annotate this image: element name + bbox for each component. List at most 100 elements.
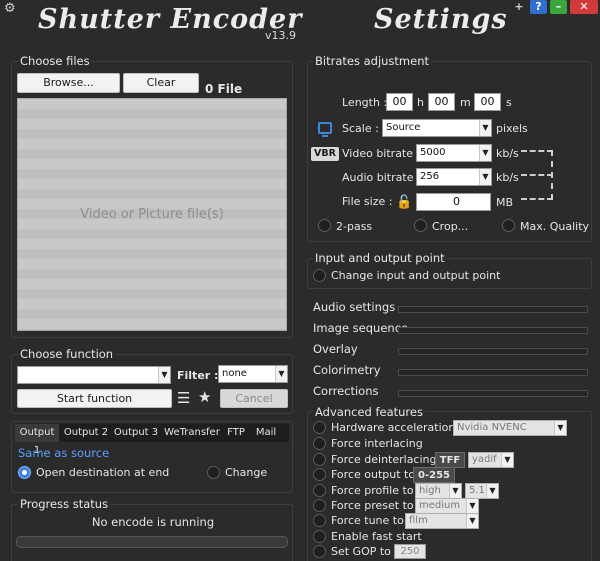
length-hours-field[interactable]: 00 [386,93,413,111]
progress-status: No encode is running [91,515,215,529]
deinterlace-select[interactable]: yadif ▼ [468,452,514,468]
tab-mail[interactable]: Mail [252,424,280,442]
preset-select[interactable]: medium ▼ [415,498,479,514]
two-pass-label: 2-pass [336,220,373,233]
length-seconds-field[interactable]: 00 [474,93,501,111]
open-destination-radio[interactable] [18,466,31,479]
advanced-title: Advanced features [313,405,425,419]
gop-field[interactable]: 250 [394,544,426,559]
clear-button[interactable]: Clear [123,73,199,93]
monitor-icon[interactable] [318,122,332,137]
tab-output-3[interactable]: Output 3 [113,424,159,442]
hw-accel-radio[interactable] [313,421,326,434]
gop-radio[interactable] [313,545,326,558]
minimize-button[interactable]: – [550,0,567,14]
section-audio-settings[interactable]: Audio settings [313,300,395,314]
force-deinterlacing-radio[interactable] [313,453,326,466]
force-tune-label: Force tune to : [331,514,412,527]
scale-label: Scale : [342,122,379,135]
vbr-toggle[interactable]: VBR [311,147,339,161]
list-icon[interactable]: ☰ [177,389,190,407]
section-divider [398,369,588,376]
output-range-tag[interactable]: 0-255 [413,467,455,483]
gear-icon[interactable]: ⚙ [4,2,18,16]
force-preset-radio[interactable] [313,499,326,512]
browse-button[interactable]: Browse... [17,73,120,93]
section-divider [398,327,588,334]
force-profile-radio[interactable] [313,484,326,497]
fast-start-radio[interactable] [313,530,326,543]
chevron-down-icon: ▼ [501,453,513,467]
file-drop-zone[interactable]: Video or Picture file(s) [17,98,287,331]
level-value: 5.1 [469,485,485,496]
force-interlacing-label: Force interlacing [331,437,423,450]
filter-select-value: none [222,368,247,379]
progress-panel [11,504,293,561]
file-size-label: File size : [342,195,393,208]
add-window-button[interactable]: + [512,0,526,14]
inout-radio[interactable] [313,269,326,282]
tab-output-2[interactable]: Output 2 [63,424,109,442]
minutes-unit: m [460,96,471,109]
max-quality-radio[interactable] [502,219,515,232]
length-minutes-field[interactable]: 00 [428,93,455,111]
inout-title: Input and output point [313,251,447,265]
hw-accel-select[interactable]: Nvidia NVENC ▼ [453,420,567,436]
force-profile-label: Force profile to : [331,484,421,497]
force-tune-radio[interactable] [313,514,326,527]
file-size-field[interactable]: 0 [416,193,491,211]
fast-start-label: Enable fast start [331,530,422,543]
help-button[interactable]: ? [530,0,547,14]
progress-title: Progress status [18,497,111,511]
tab-output-1[interactable]: Output 1 [15,424,59,456]
change-destination-radio[interactable] [207,466,220,479]
max-quality-label: Max. Quality [520,220,590,233]
app-version: v13.9 [265,29,297,42]
crop-label: Crop... [432,220,469,233]
force-interlacing-radio[interactable] [313,437,326,450]
scale-unit: pixels [496,122,528,135]
level-select[interactable]: 5.1 ▼ [465,483,499,499]
section-overlay[interactable]: Overlay [313,342,358,356]
video-bitrate-label: Video bitrate : [342,147,421,160]
tune-select[interactable]: film ▼ [405,513,479,529]
output-destination[interactable]: Same as source [18,446,109,460]
change-destination-label: Change [225,466,268,479]
choose-files-title: Choose files [18,54,92,68]
deinterlace-field-order[interactable]: TFF [435,452,465,468]
chevron-down-icon: ▼ [486,484,498,498]
start-function-button[interactable]: Start function [17,389,172,408]
function-select[interactable]: ▼ [17,366,171,384]
file-size-unit: MB [496,196,514,209]
section-colorimetry[interactable]: Colorimetry [313,363,381,377]
progress-bar [16,536,288,548]
force-deinterlacing-label: Force deinterlacing : [331,453,444,466]
tune-value: film [409,515,428,526]
chevron-down-icon: ▼ [466,499,478,513]
video-bitrate-value: 5000 [420,147,446,158]
tab-wetransfer[interactable]: WeTransfer [163,424,221,442]
audio-bitrate-label: Audio bitrate : [342,171,421,184]
tab-ftp[interactable]: FTP [224,424,248,442]
scale-select[interactable]: Source ▼ [382,119,492,137]
lock-icon[interactable]: 🔓 [396,195,412,210]
audio-bitrate-select[interactable]: 256 ▼ [416,168,492,186]
bitrates-title: Bitrates adjustment [313,54,432,68]
section-corrections[interactable]: Corrections [313,384,379,398]
force-output-radio[interactable] [313,468,326,481]
hours-unit: h [417,96,424,109]
close-button[interactable]: ✕ [570,0,598,14]
filter-select[interactable]: none ▼ [218,365,288,383]
two-pass-radio[interactable] [318,219,331,232]
video-bitrate-select[interactable]: 5000 ▼ [416,144,492,162]
section-divider [398,306,588,313]
profile-select[interactable]: high ▼ [415,483,462,499]
section-image-sequence[interactable]: Image sequence [313,321,408,335]
seconds-unit: s [506,96,512,109]
length-label: Length : [342,96,388,109]
cancel-button[interactable]: Cancel [220,389,288,408]
star-icon[interactable]: ★ [198,388,211,406]
crop-radio[interactable] [414,219,427,232]
inout-label: Change input and output point [331,269,501,282]
app-title: Shutter Encoder [38,4,303,35]
